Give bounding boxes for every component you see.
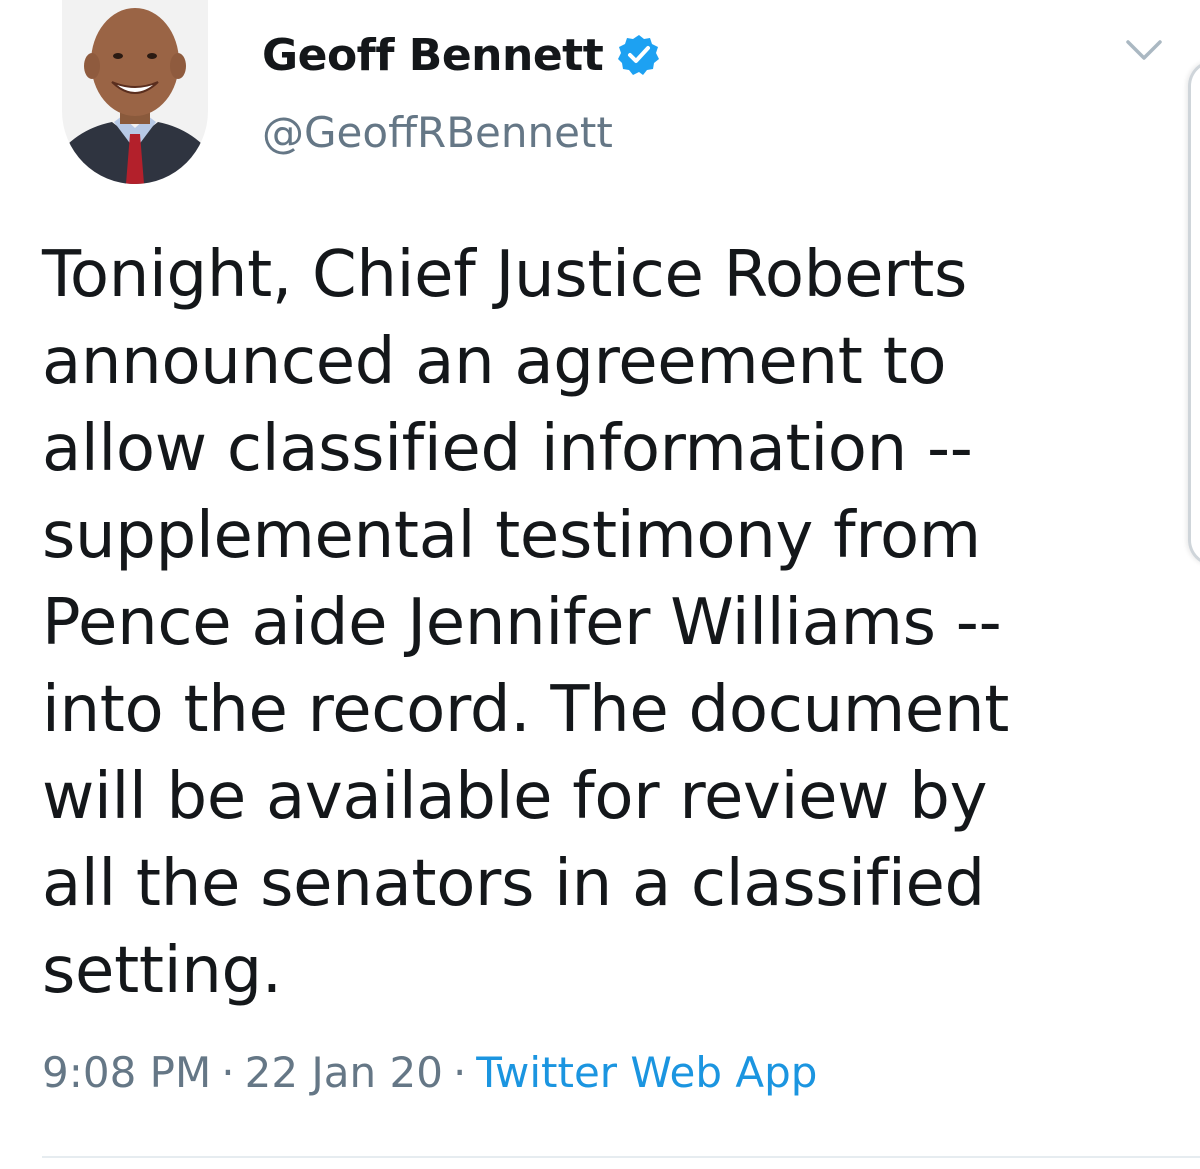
- tweet: Geoff Bennett @GeoffRBennett Tonight, Ch…: [0, 0, 1200, 1169]
- display-name[interactable]: Geoff Bennett: [262, 30, 604, 81]
- author-name-row[interactable]: Geoff Bennett: [262, 20, 661, 90]
- tweet-meta: 9:08 PM · 22 Jan 20 · Twitter Web App: [42, 1048, 817, 1097]
- tweet-time[interactable]: 9:08 PM: [42, 1048, 211, 1097]
- meta-separator: ·: [221, 1048, 235, 1097]
- scroll-handle[interactable]: [1188, 60, 1200, 566]
- chevron-down-icon[interactable]: [1122, 36, 1166, 66]
- divider: [42, 1156, 1200, 1158]
- avatar[interactable]: [62, 0, 208, 184]
- avatar-photo: [62, 0, 208, 184]
- tweet-date[interactable]: 22 Jan 20: [245, 1048, 443, 1097]
- verified-badge-icon: [617, 33, 661, 77]
- tweet-source-link[interactable]: Twitter Web App: [476, 1048, 817, 1097]
- meta-separator: ·: [452, 1048, 467, 1097]
- tweet-text: Tonight, Chief Justice Roberts announced…: [42, 238, 1010, 1008]
- author-handle[interactable]: @GeoffRBennett: [262, 108, 613, 157]
